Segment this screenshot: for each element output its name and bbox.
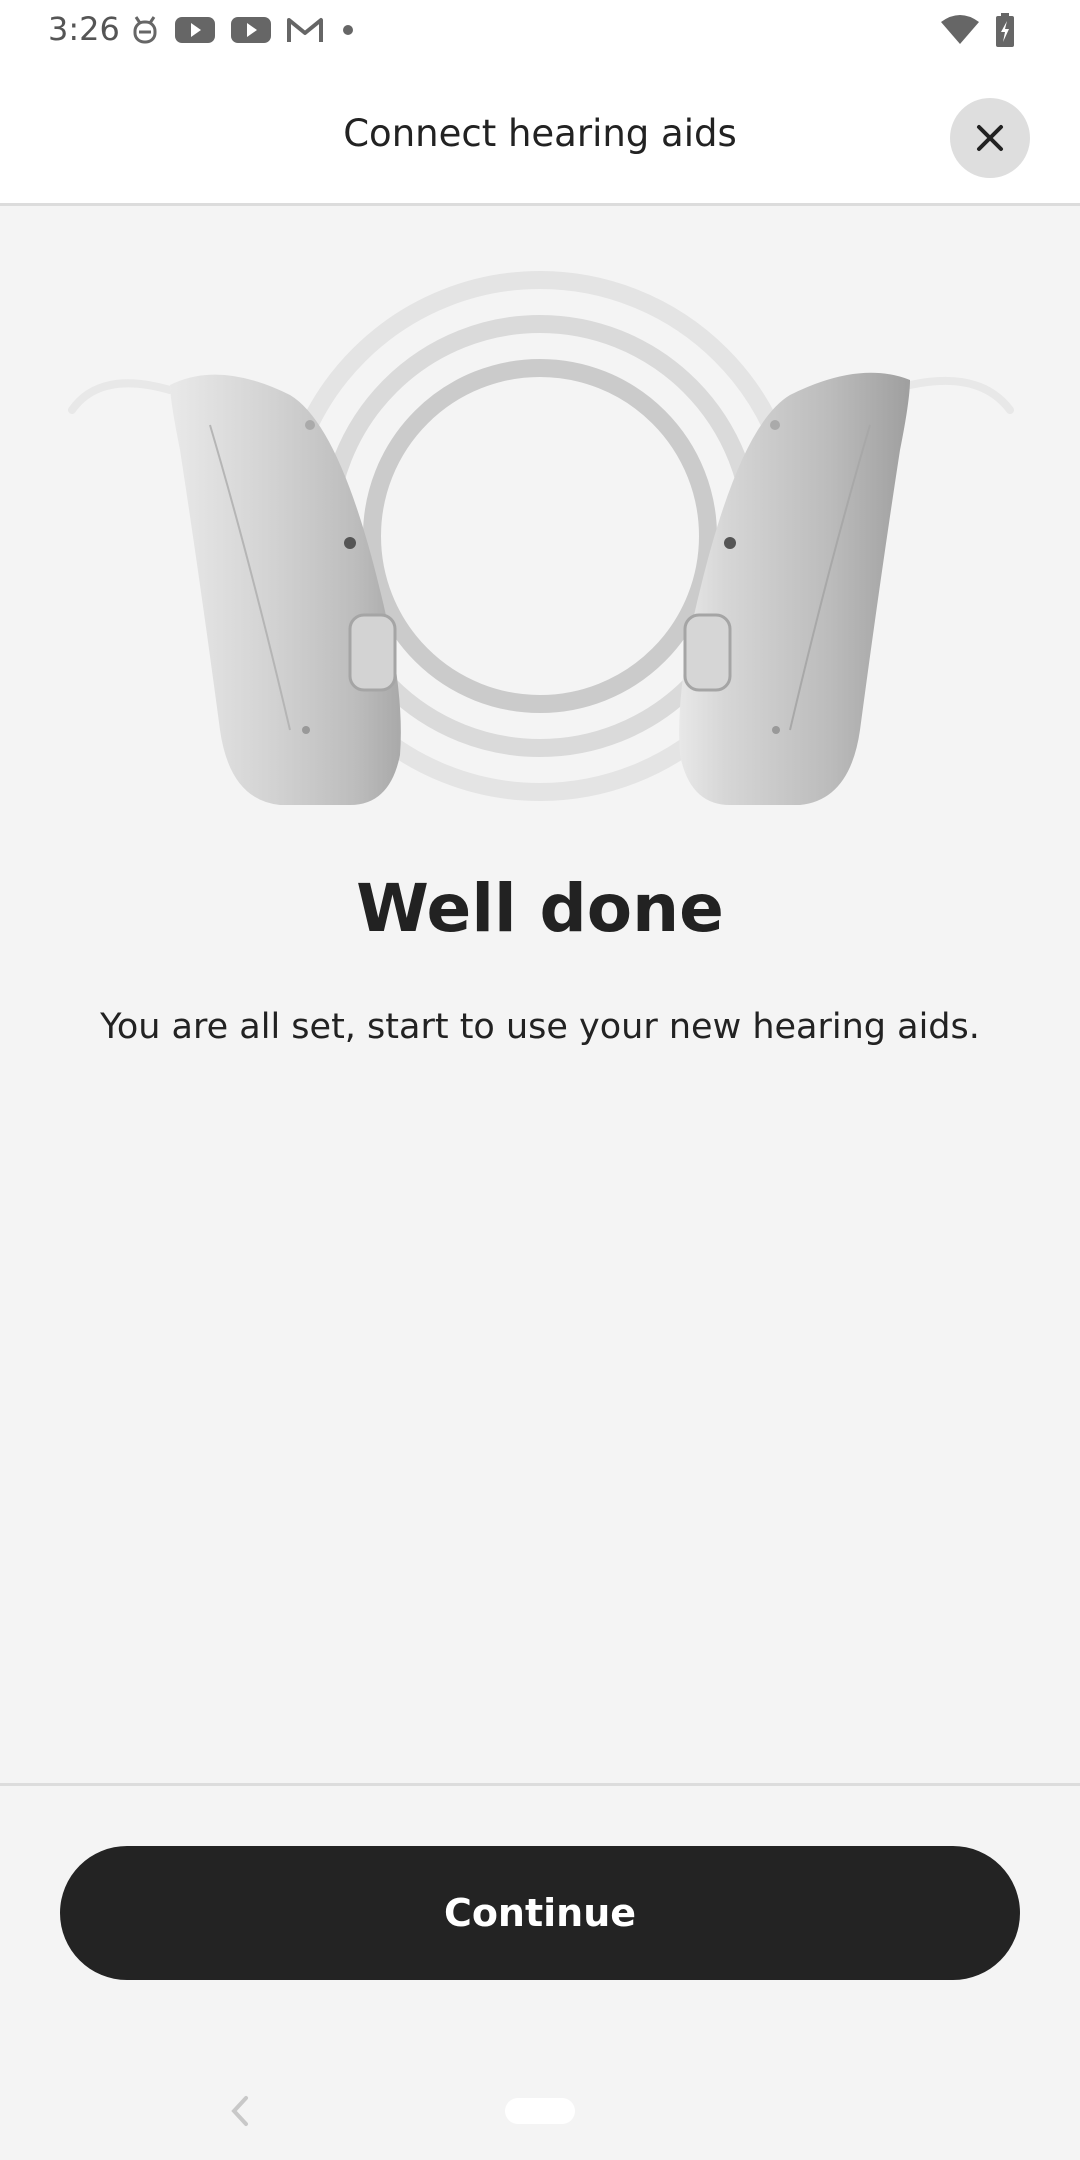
dot-icon: [343, 25, 353, 35]
hearing-aids-illustration: [60, 260, 1020, 820]
close-button[interactable]: [950, 98, 1030, 178]
battery-charging-icon: [996, 13, 1014, 47]
body-text: You are all set, start to use your new h…: [100, 1007, 980, 1047]
youtube-icon: [231, 17, 271, 43]
close-icon: [977, 125, 1003, 151]
notification-icons: [130, 12, 358, 48]
youtube-icon: [175, 17, 215, 43]
cat-notification-icon: [133, 16, 157, 44]
gmail-icon: [287, 18, 323, 42]
system-icons: [940, 12, 1016, 48]
wifi-icon: [941, 15, 979, 44]
page-title: Connect hearing aids: [343, 112, 737, 155]
home-pill[interactable]: [505, 2098, 575, 2124]
hearing-aids-image: [68, 271, 1014, 805]
status-bar: 3:26: [0, 0, 1080, 58]
back-icon[interactable]: [224, 2088, 254, 2134]
headline: Well done: [356, 870, 724, 947]
footer-divider: [0, 1783, 1080, 1786]
app-header: Connect hearing aids: [0, 58, 1080, 206]
continue-button[interactable]: Continue: [60, 1846, 1020, 1980]
navigation-bar: [0, 2060, 1080, 2160]
signal-ring-inner: [363, 359, 717, 713]
status-time: 3:26: [48, 10, 120, 48]
